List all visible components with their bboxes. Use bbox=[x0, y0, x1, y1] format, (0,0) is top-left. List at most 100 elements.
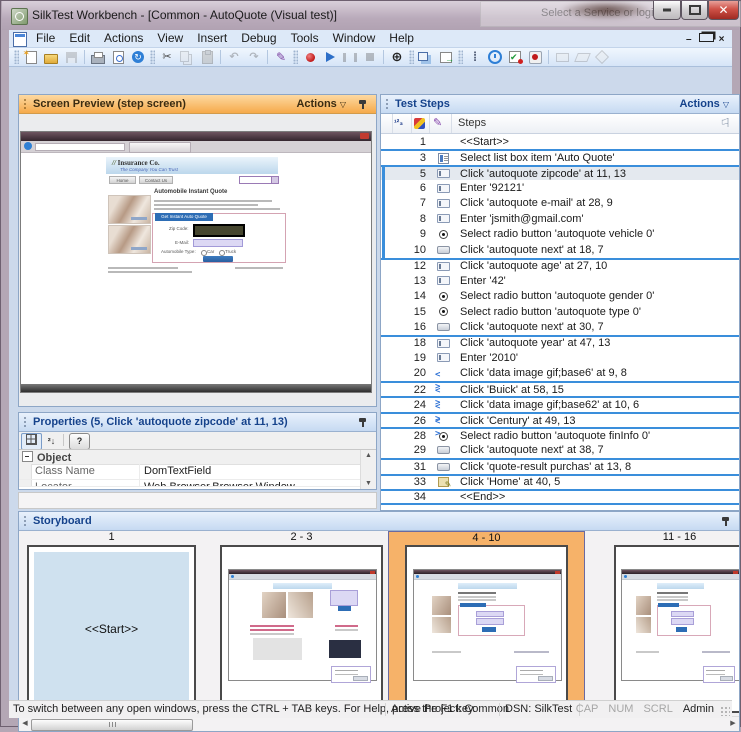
object-column-header[interactable] bbox=[411, 114, 430, 133]
storyboard-thumbnail[interactable]: <<Start>> bbox=[27, 545, 196, 713]
menu-help[interactable]: Help bbox=[382, 30, 421, 47]
window-preview-button[interactable] bbox=[416, 49, 436, 65]
test-step-row[interactable]: 15Select radio button 'autoquote type 0' bbox=[381, 304, 739, 319]
mdi-minimize-button[interactable]: – bbox=[682, 34, 695, 45]
play-button[interactable] bbox=[320, 49, 340, 65]
menu-tools[interactable]: Tools bbox=[284, 30, 326, 47]
collapse-icon[interactable] bbox=[22, 451, 33, 462]
property-group-row[interactable]: Object bbox=[19, 450, 361, 465]
test-step-row[interactable]: 31Click 'quote-result purchas' at 13, 8 bbox=[381, 458, 739, 473]
storyboard-thumbnail[interactable] bbox=[614, 545, 739, 713]
menu-actions[interactable]: Actions bbox=[97, 30, 150, 47]
storyboard-thumbnail[interactable] bbox=[405, 545, 568, 714]
property-help-button[interactable]: ? bbox=[69, 433, 90, 450]
action-column-header[interactable]: ✎ bbox=[429, 114, 452, 133]
open-button[interactable] bbox=[41, 49, 61, 65]
test-step-row[interactable]: 9Select radio button 'autoquote vehicle … bbox=[381, 227, 739, 242]
close-button[interactable]: ✕ bbox=[708, 1, 739, 20]
sync-button[interactable] bbox=[128, 49, 148, 65]
timer-button[interactable] bbox=[485, 49, 505, 65]
panel-grip-icon[interactable] bbox=[385, 98, 389, 110]
resize-grip-icon[interactable] bbox=[720, 706, 730, 716]
test-step-row[interactable]: 29Click 'autoquote next' at 38, 7 bbox=[381, 443, 739, 458]
test-step-row[interactable]: 33Click 'Home' at 40, 5 bbox=[381, 474, 739, 489]
test-step-row[interactable]: 10Click 'autoquote next' at 18, 7 bbox=[381, 242, 739, 257]
test-step-row[interactable]: 8Enter 'jsmith@gmail.com' bbox=[381, 211, 739, 226]
verify-button[interactable] bbox=[505, 49, 525, 65]
scroll-up-icon[interactable]: ▲ bbox=[361, 452, 376, 459]
test-step-row[interactable]: 22Click 'Buick' at 58, 15 bbox=[381, 381, 739, 396]
test-step-row[interactable]: 6Enter '92121' bbox=[381, 180, 739, 195]
record-button[interactable] bbox=[300, 49, 320, 65]
menu-view[interactable]: View bbox=[150, 30, 190, 47]
property-row-clipped[interactable]: Locator Web Browser.Browser Window bbox=[19, 480, 361, 487]
mdi-close-button[interactable]: × bbox=[715, 34, 728, 45]
test-step-row[interactable]: 12Click 'autoquote age' at 27, 10 bbox=[381, 258, 739, 273]
test-step-row[interactable]: 18Click 'autoquote year' at 47, 13 bbox=[381, 335, 739, 350]
menu-file[interactable]: File bbox=[29, 30, 62, 47]
screen-preview-header[interactable]: Screen Preview (step screen) Actions ▽ bbox=[19, 95, 376, 114]
property-grid-scrollbar[interactable]: ▲ ▼ bbox=[360, 450, 376, 489]
mdi-restore-button[interactable] bbox=[699, 33, 712, 45]
export-button[interactable] bbox=[436, 49, 456, 65]
test-steps-actions-menu[interactable]: Actions ▽ bbox=[679, 95, 729, 114]
test-step-row[interactable]: 34<<End>> bbox=[381, 489, 739, 504]
print-preview-button[interactable] bbox=[108, 49, 128, 65]
test-step-row[interactable]: 20Click 'data image gif;base6' at 9, 8 bbox=[381, 366, 739, 381]
storyboard-thumbnail[interactable] bbox=[220, 545, 383, 713]
categorized-view-button[interactable] bbox=[21, 433, 42, 450]
storyboard-item-1[interactable]: 1<<Start>> bbox=[27, 531, 196, 717]
scrollbar-thumb[interactable] bbox=[31, 719, 193, 731]
test-step-row[interactable]: 28Select radio button 'autoquote finInfo… bbox=[381, 427, 739, 442]
breakpoint-button[interactable] bbox=[465, 49, 485, 65]
pin-icon[interactable] bbox=[358, 417, 367, 428]
captured-screen-image[interactable]: // Insurance Co. The Company You Can Tru… bbox=[20, 131, 372, 393]
new-visual-test-button[interactable] bbox=[21, 49, 41, 65]
panel-grip-icon[interactable] bbox=[23, 98, 27, 110]
menu-debug[interactable]: Debug bbox=[234, 30, 283, 47]
row-number-column-header[interactable]: ¹²₃ bbox=[392, 114, 412, 133]
storyboard-header[interactable]: Storyboard bbox=[19, 512, 739, 531]
scroll-left-icon[interactable]: ◀ bbox=[19, 717, 31, 731]
test-steps-header[interactable]: Test Steps Actions ▽ bbox=[381, 95, 739, 114]
test-step-row[interactable]: 14Select radio button 'autoquote gender … bbox=[381, 288, 739, 303]
menu-window[interactable]: Window bbox=[326, 30, 383, 47]
minimize-button[interactable] bbox=[653, 1, 681, 20]
document-icon[interactable] bbox=[13, 32, 27, 47]
test-step-row[interactable]: 1<<Start>> bbox=[381, 134, 739, 149]
scroll-down-icon[interactable]: ▼ bbox=[361, 480, 376, 487]
storyboard-scrollbar[interactable]: ◀ ▶ bbox=[19, 716, 739, 731]
test-step-row[interactable]: 5Click 'autoquote zipcode' at 11, 13 bbox=[381, 165, 739, 180]
screen-preview-actions-menu[interactable]: Actions ▽ bbox=[296, 95, 346, 114]
identify-object-button[interactable] bbox=[387, 49, 407, 65]
test-step-row[interactable]: 7Click 'autoquote e-mail' at 28, 9 bbox=[381, 196, 739, 211]
scroll-right-icon[interactable]: ▶ bbox=[727, 717, 739, 731]
test-step-row[interactable]: 19Enter '2010' bbox=[381, 350, 739, 365]
test-step-row[interactable]: 16Click 'autoquote next' at 30, 7 bbox=[381, 319, 739, 334]
test-step-row[interactable]: 24Click 'data image gif;base62' at 10, 6 bbox=[381, 396, 739, 411]
test-step-row[interactable]: 3Select list box item 'Auto Quote' bbox=[381, 149, 739, 164]
panel-grip-icon[interactable] bbox=[23, 416, 27, 428]
properties-header[interactable]: Properties (5, Click 'autoquote zipcode'… bbox=[19, 413, 376, 432]
property-value[interactable]: Web Browser.Browser Window bbox=[139, 480, 361, 487]
property-row[interactable]: Class Name DomTextField bbox=[19, 464, 361, 480]
alphabetical-sort-button[interactable]: ²↓ bbox=[41, 433, 62, 450]
property-value[interactable]: DomTextField bbox=[139, 464, 361, 479]
test-step-row[interactable]: 26Click 'Century' at 49, 13 bbox=[381, 412, 739, 427]
cut-button[interactable] bbox=[157, 49, 177, 65]
storyboard-item-11-16[interactable]: 11 - 16 bbox=[614, 531, 739, 717]
maximize-button[interactable] bbox=[681, 1, 708, 20]
storyboard-item-2-3[interactable]: 2 - 3 bbox=[220, 531, 383, 717]
record-indicator-button[interactable] bbox=[525, 49, 545, 65]
menu-insert[interactable]: Insert bbox=[190, 30, 234, 47]
title-bar[interactable]: Select a Service or login SilkTest Workb… bbox=[2, 1, 739, 30]
storyboard-item-4-10[interactable]: 4 - 10 bbox=[388, 531, 585, 717]
test-step-row[interactable]: 13Enter '42' bbox=[381, 273, 739, 288]
menu-edit[interactable]: Edit bbox=[62, 30, 97, 47]
pin-icon[interactable] bbox=[358, 99, 367, 110]
panel-grip-icon[interactable] bbox=[23, 515, 27, 527]
print-button[interactable] bbox=[88, 49, 108, 65]
flag-icon[interactable]: ⚐ bbox=[720, 116, 731, 130]
screen-pen-button[interactable] bbox=[271, 49, 291, 65]
pin-icon[interactable] bbox=[721, 516, 730, 527]
